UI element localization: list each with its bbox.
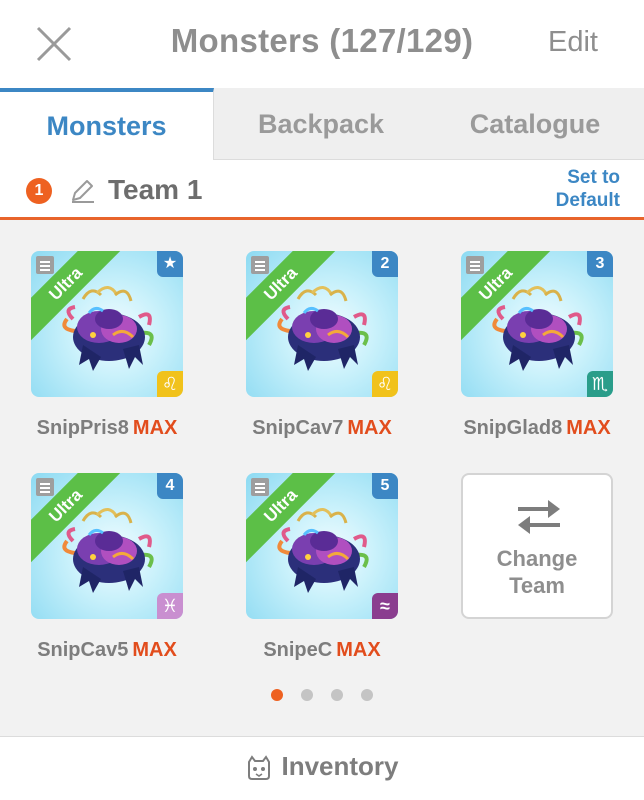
- zodiac-icon: ≈: [372, 593, 398, 619]
- monster-name: SnipPris8: [36, 417, 129, 439]
- set-default-line1: Set to: [567, 167, 620, 188]
- slot-number-badge: ★: [157, 251, 183, 277]
- set-default-line2: Default: [555, 190, 620, 211]
- zodiac-icon: ♓: [157, 593, 183, 619]
- document-icon: [251, 256, 269, 274]
- change-team-label: Change Team: [463, 545, 611, 599]
- document-icon: [36, 256, 54, 274]
- team-name[interactable]: Team 1: [108, 174, 202, 206]
- zodiac-icon: ♌: [372, 371, 398, 397]
- monster-level: MAX: [336, 639, 381, 661]
- tab-monsters[interactable]: Monsters: [0, 88, 214, 160]
- page-dot[interactable]: [331, 689, 343, 701]
- slot-number-badge: 2: [372, 251, 398, 277]
- change-team-button[interactable]: Change Team: [461, 473, 613, 619]
- slot-number-badge: 4: [157, 473, 183, 499]
- monster-name: SnipCav7: [252, 417, 344, 439]
- monster-card[interactable]: Ultra 3 ♏: [461, 251, 613, 397]
- inventory-label-wrap: Inventory: [0, 751, 644, 782]
- monster-face-icon: [248, 755, 271, 781]
- monster-name: SnipeC: [263, 639, 333, 661]
- tab-backpack[interactable]: Backpack: [214, 88, 428, 160]
- monster-label: SnipeC MAX: [227, 639, 417, 662]
- monster-card[interactable]: Ultra 5 ≈: [246, 473, 398, 619]
- edit-button[interactable]: Edit: [548, 26, 598, 59]
- tab-catalogue[interactable]: Catalogue: [428, 88, 642, 160]
- monster-level: MAX: [347, 417, 392, 439]
- pagination: [0, 688, 644, 702]
- monster-name: SnipCav5: [37, 639, 129, 661]
- monster-label: SnipPris8 MAX: [12, 417, 202, 440]
- page-dot[interactable]: [301, 689, 313, 701]
- monster-level: MAX: [132, 417, 178, 439]
- zodiac-icon: ♏: [587, 371, 613, 397]
- pencil-icon[interactable]: [68, 177, 96, 205]
- header: Monsters (127/129) Edit: [0, 0, 644, 88]
- page-dot[interactable]: [361, 689, 373, 701]
- monster-label: SnipCav7 MAX: [227, 417, 417, 440]
- team-slot-grid: Ultra ★ ♌ SnipPris8 MAX Ultra 2 ♌ SnipCav…: [0, 223, 644, 733]
- monster-level: MAX: [566, 417, 611, 439]
- swap-arrows-icon: [518, 500, 560, 534]
- monster-card[interactable]: Ultra 2 ♌: [246, 251, 398, 397]
- document-icon: [251, 478, 269, 496]
- zodiac-icon: ♌: [157, 371, 183, 397]
- slot-number-badge: 5: [372, 473, 398, 499]
- change-team-line1: Change: [496, 546, 578, 571]
- inventory-button[interactable]: Inventory: [0, 736, 644, 800]
- team-bar: 1 Team 1 Set to Default: [0, 160, 644, 220]
- set-to-default-button[interactable]: Set to Default: [556, 166, 620, 212]
- slot-number-badge: 3: [587, 251, 613, 277]
- monster-label: SnipGlad8 MAX: [442, 417, 632, 440]
- monster-name: SnipGlad8: [463, 417, 563, 439]
- team-number-badge: 1: [26, 178, 52, 204]
- tab-bar: Monsters Backpack Catalogue: [0, 88, 644, 160]
- change-team-line2: Team: [509, 573, 565, 598]
- monster-card[interactable]: Ultra ★ ♌: [31, 251, 183, 397]
- monster-level: MAX: [132, 639, 177, 661]
- inventory-label: Inventory: [281, 751, 399, 781]
- monster-card[interactable]: Ultra 4 ♓: [31, 473, 183, 619]
- page-dot[interactable]: [271, 689, 283, 701]
- monster-label: SnipCav5 MAX: [12, 639, 202, 662]
- document-icon: [36, 478, 54, 496]
- document-icon: [466, 256, 484, 274]
